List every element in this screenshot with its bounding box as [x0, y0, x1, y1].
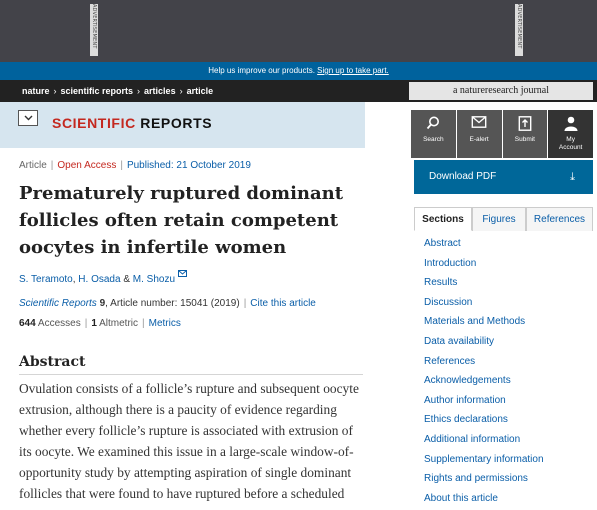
download-pdf-label: Download PDF: [429, 171, 497, 182]
accesses-count: 644: [19, 318, 36, 329]
site-header: SCIENTIFIC REPORTS: [0, 102, 365, 148]
chevron-right-icon: ›: [137, 86, 141, 96]
search-icon: [427, 116, 440, 130]
section-link[interactable]: Ethics declarations: [424, 412, 544, 432]
tab-figures[interactable]: Figures: [472, 207, 526, 231]
published-date: Published: 21 October 2019: [126, 160, 251, 171]
journal-badge[interactable]: a natureresearch journal: [409, 82, 593, 100]
article-type: Article: [19, 160, 47, 171]
author-link[interactable]: H. Osada: [78, 274, 120, 285]
chevron-right-icon: ›: [53, 86, 57, 96]
article-title: Prematurely ruptured dominant follicles …: [19, 183, 344, 258]
section-link[interactable]: Supplementary information: [424, 452, 544, 472]
abstract-heading: Abstract: [19, 354, 86, 370]
citation-line: Scientific Reports 9, Article number: 15…: [19, 298, 316, 309]
download-icon: ⤓: [570, 171, 575, 183]
download-pdf-button[interactable]: Download PDF ⤓: [414, 160, 593, 194]
section-link[interactable]: Acknowledgements: [424, 373, 544, 393]
journal-logo[interactable]: SCIENTIFIC REPORTS: [52, 115, 212, 131]
tab-references[interactable]: References: [526, 207, 593, 231]
breadcrumb-item-scientific-reports[interactable]: scientific reports: [61, 86, 134, 96]
breadcrumb-item-nature[interactable]: nature: [22, 86, 50, 96]
author-list: S. Teramoto, H. Osada & M. Shozu: [19, 270, 187, 285]
open-access-badge: Open Access: [57, 160, 117, 171]
notice-signup-link[interactable]: Sign up to take part.: [317, 66, 389, 75]
section-link[interactable]: About this article: [424, 491, 544, 510]
search-button[interactable]: Search: [411, 110, 456, 158]
section-link[interactable]: References: [424, 354, 544, 374]
article-metrics: 644 Accesses | 1 Altmetric | Metrics: [19, 318, 181, 329]
upload-document-icon: [518, 116, 532, 131]
abstract-text: Ovulation consists of a follicle’s ruptu…: [19, 381, 359, 501]
article-toolbar: Search E-alert Submit My Account: [411, 110, 593, 158]
section-link[interactable]: Rights and permissions: [424, 471, 544, 491]
author-link[interactable]: S. Teramoto: [19, 274, 73, 285]
advertisement-tag: ADVERTISEMENT: [90, 4, 98, 56]
section-link[interactable]: Author information: [424, 393, 544, 413]
breadcrumb-item-article: article: [186, 86, 214, 96]
user-icon: [564, 116, 578, 131]
altmetric-label: Altmetric: [99, 318, 139, 329]
article-meta: Article | Open Access | Published: 21 Octobe…: [19, 160, 251, 171]
metrics-link[interactable]: Metrics: [149, 318, 181, 329]
section-link[interactable]: Discussion: [424, 295, 544, 315]
section-link[interactable]: Results: [424, 275, 544, 295]
submit-button[interactable]: Submit: [502, 110, 548, 158]
journal-name[interactable]: Scientific Reports: [19, 298, 97, 309]
section-link[interactable]: Abstract: [424, 236, 544, 256]
breadcrumb: nature › scientific reports › articles › artic…: [22, 80, 213, 102]
author-link[interactable]: M. Shozu: [133, 274, 175, 285]
tab-sections[interactable]: Sections: [414, 207, 472, 231]
envelope-icon: [471, 116, 487, 128]
sidebar-tabs: Sections Figures References: [414, 207, 593, 231]
email-icon[interactable]: [177, 270, 187, 277]
divider: [19, 374, 363, 375]
section-link[interactable]: Introduction: [424, 256, 544, 276]
section-link[interactable]: Additional information: [424, 432, 544, 452]
accesses-label: Accesses: [37, 318, 81, 329]
my-account-button[interactable]: My Account: [548, 110, 593, 158]
cite-this-article-link[interactable]: Cite this article: [250, 298, 316, 309]
section-list: Abstract Introduction Results Discussion…: [424, 236, 544, 510]
menu-toggle-button[interactable]: [18, 110, 38, 126]
chevron-right-icon: ›: [179, 86, 183, 96]
breadcrumb-item-articles[interactable]: articles: [144, 86, 176, 96]
ealert-button[interactable]: E-alert: [456, 110, 502, 158]
article-number: , Article number: 15041 (2019): [105, 298, 240, 309]
section-link[interactable]: Materials and Methods: [424, 314, 544, 334]
advertisement-banner: ADVERTISEMENT ADVERTISEMENT: [0, 0, 597, 62]
feedback-notice: Help us improve our products. Sign up to…: [0, 62, 597, 80]
altmetric-count: 1: [91, 318, 97, 329]
section-link[interactable]: Data availability: [424, 334, 544, 354]
advertisement-tag: ADVERTISEMENT: [515, 4, 523, 56]
chevron-down-icon: [24, 115, 33, 121]
notice-text: Help us improve our products.: [208, 66, 315, 75]
